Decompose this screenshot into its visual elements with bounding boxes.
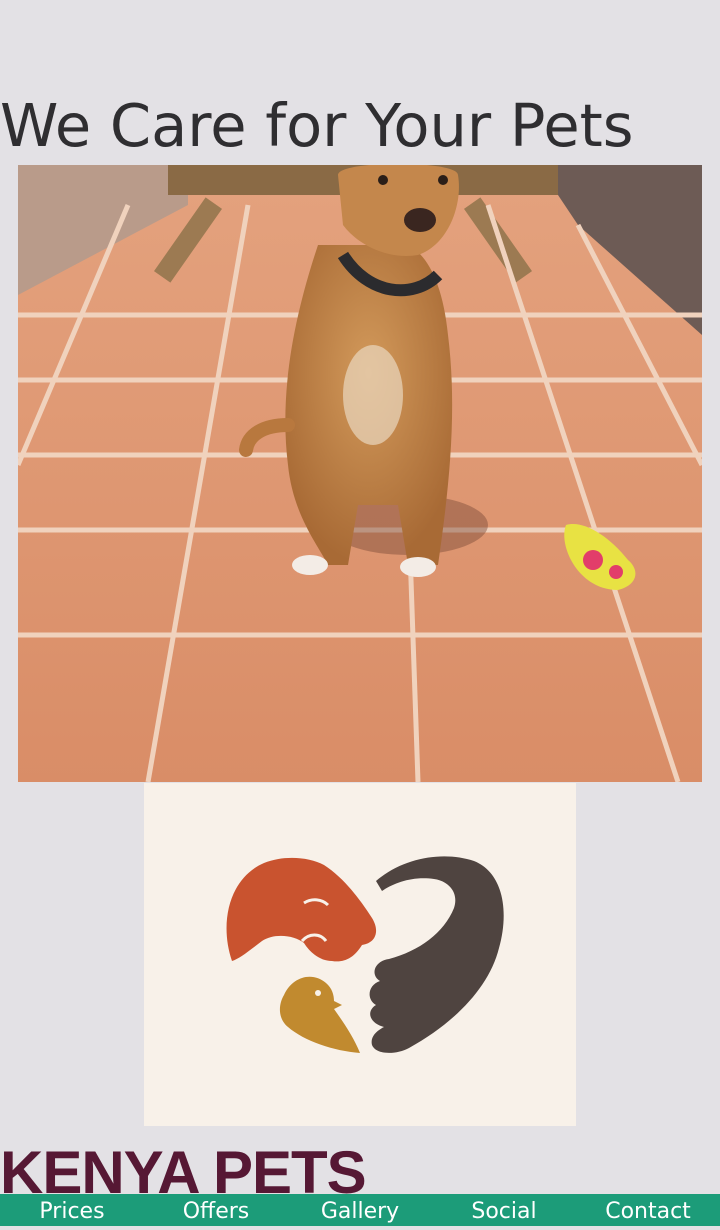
nav-offers[interactable]: Offers bbox=[144, 1194, 288, 1226]
brand-logo bbox=[144, 783, 576, 1126]
hero-dog-photo bbox=[18, 165, 702, 782]
page-headline: We Care for Your Pets bbox=[0, 91, 634, 160]
hand-shape bbox=[369, 856, 504, 1053]
bottom-navigation-bar: Prices Offers Gallery Social Contact bbox=[0, 1194, 720, 1226]
nav-social[interactable]: Social bbox=[432, 1194, 576, 1226]
nav-gallery[interactable]: Gallery bbox=[288, 1194, 432, 1226]
bird-shape bbox=[279, 976, 360, 1053]
dog-head-shape bbox=[226, 857, 377, 962]
nav-contact[interactable]: Contact bbox=[576, 1194, 720, 1226]
nav-prices[interactable]: Prices bbox=[0, 1194, 144, 1226]
